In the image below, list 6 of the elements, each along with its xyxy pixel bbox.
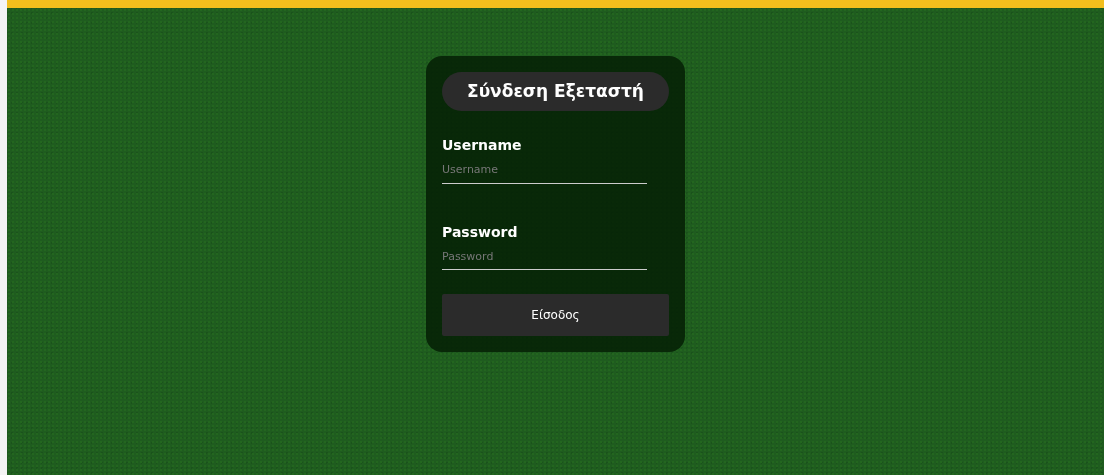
- login-button[interactable]: Είσοδος: [442, 294, 669, 336]
- field-label: Password: [442, 222, 519, 242]
- password-field[interactable]: Password: [442, 244, 647, 270]
- username-field[interactable]: Username: [442, 158, 647, 184]
- login-title: Σύνδεση Εξεταστή: [442, 72, 669, 111]
- field-label: Username: [442, 136, 523, 155]
